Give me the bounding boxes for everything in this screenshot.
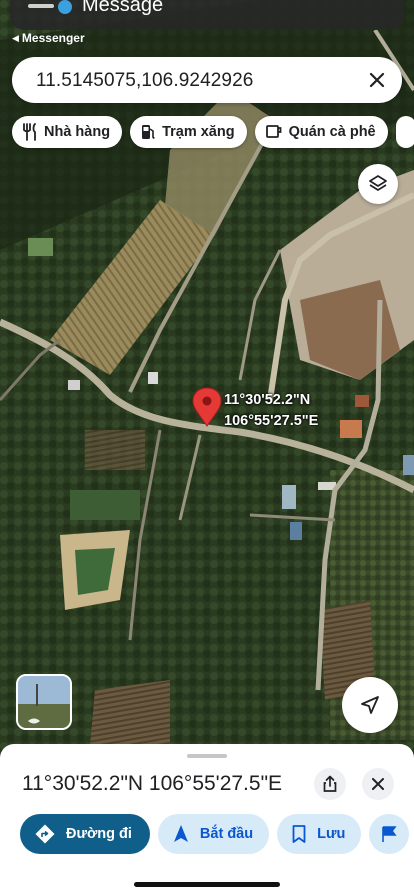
flag-icon — [382, 826, 397, 842]
home-indicator[interactable] — [134, 882, 280, 887]
share-button[interactable] — [314, 768, 346, 800]
map-layers-button[interactable] — [358, 164, 398, 204]
share-icon — [323, 775, 337, 792]
close-sheet-button[interactable] — [362, 768, 394, 800]
street-view-image — [18, 676, 70, 728]
gas-station-icon — [142, 125, 156, 139]
action-label: Đường đi — [66, 826, 132, 842]
chip-coffee[interactable]: Quán cà phê — [254, 116, 388, 148]
back-app-label: Messenger — [21, 31, 85, 45]
clear-search-button[interactable] — [364, 67, 390, 93]
search-bar[interactable]: 11.5145075,106.9242926 — [12, 57, 402, 103]
place-actions: Đường đi Bắt đầu Lưu — [20, 814, 410, 854]
close-icon — [372, 778, 384, 790]
location-arrow-icon — [361, 696, 379, 714]
bookmark-icon — [292, 825, 306, 843]
chip-gas-stations[interactable]: Trạm xăng — [130, 116, 247, 148]
chip-more[interactable] — [395, 116, 414, 148]
sheet-drag-handle[interactable] — [187, 754, 227, 758]
pin-longitude: 106°55'27.5"E — [224, 413, 319, 429]
pin-coordinates-label: 11°30'52.2"N 106°55'27.5"E — [224, 390, 318, 432]
save-button[interactable]: Lưu — [277, 814, 362, 854]
action-label: Bắt đầu — [199, 826, 254, 842]
close-icon — [369, 72, 385, 88]
start-navigation-button[interactable]: Bắt đầu — [157, 814, 270, 854]
chip-label: Quán cà phê — [288, 124, 376, 140]
layers-icon — [369, 175, 387, 191]
message-notification-banner[interactable]: Message — [10, 0, 404, 30]
pin-latitude: 11°30'52.2"N — [224, 392, 311, 408]
place-bottom-sheet[interactable]: 11°30'52.2"N 106°55'27.5"E Đường đi Bắt … — [0, 744, 414, 896]
street-view-thumbnail[interactable] — [16, 674, 72, 730]
more-actions-button[interactable] — [369, 814, 410, 854]
navigation-arrow-icon — [173, 825, 188, 842]
directions-icon — [35, 824, 55, 844]
coffee-icon — [265, 125, 281, 138]
back-to-app-link[interactable]: ◀ Messenger — [12, 31, 85, 45]
directions-button[interactable]: Đường đi — [20, 814, 150, 854]
category-chips: Nhà hàng Trạm xăng Quán cà phê — [12, 116, 414, 148]
chip-restaurants[interactable]: Nhà hàng — [12, 116, 123, 148]
search-input[interactable]: 11.5145075,106.9242926 — [36, 70, 253, 92]
back-arrow-icon: ◀ — [12, 32, 19, 43]
chip-label: Nhà hàng — [44, 124, 111, 140]
chip-label: Trạm xăng — [162, 124, 235, 140]
place-title: 11°30'52.2"N 106°55'27.5"E — [22, 772, 283, 795]
action-label: Lưu — [317, 826, 346, 842]
telegram-icon — [58, 0, 72, 14]
my-location-button[interactable] — [342, 677, 398, 733]
notification-thumbnail — [28, 4, 54, 8]
notification-title: Message — [82, 0, 164, 16]
fork-knife-icon — [23, 123, 36, 141]
